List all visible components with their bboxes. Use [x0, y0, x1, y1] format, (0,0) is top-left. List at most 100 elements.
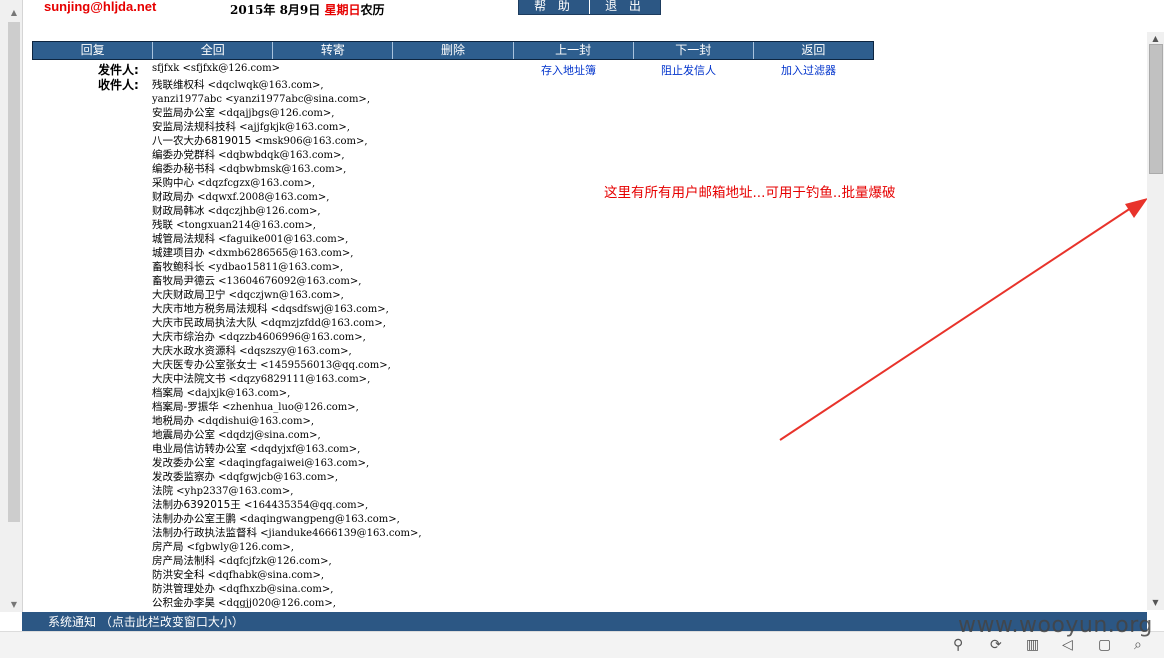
scroll-up-icon[interactable]: ▲: [1147, 34, 1164, 43]
recipient-name: 发改委监察办: [152, 471, 215, 483]
recipient-address: <dqdishui@163.com>,: [194, 416, 315, 427]
recipient-name: 大庆市地方税务局法规科: [152, 303, 268, 315]
recipient-name: 城建项目办: [152, 247, 205, 259]
recipient-name: 房产局: [152, 541, 184, 553]
previous-mail-button[interactable]: 上一封: [514, 42, 634, 59]
watermark: www.wooyun.org: [958, 613, 1153, 638]
scroll-down-icon[interactable]: ▼: [1147, 598, 1164, 607]
refresh-icon[interactable]: ⟳: [990, 637, 1002, 653]
recipient-item: 公积金办李昊 <dqgjj020@126.com>,: [152, 596, 422, 610]
recipient-item: 法制办办公室王鹏 <daqingwangpeng@163.com>,: [152, 512, 422, 526]
recipient-name: 大庆水政水资源科: [152, 345, 236, 357]
recipient-name: 残联维权科: [152, 79, 205, 91]
recipient-name: 大庆市民政局执法大队: [152, 317, 257, 329]
save-address-link[interactable]: 存入地址簿: [541, 62, 596, 78]
recipient-list: 残联维权科 <dqclwqk@163.com>, yanzi1977abc <ya…: [152, 78, 422, 610]
recipient-name: 法制办行政执法监督科: [152, 527, 257, 539]
recipient-name: 公积金办李昊: [152, 597, 215, 609]
trash-icon[interactable]: ▥: [1026, 637, 1039, 653]
recipient-item: 电业局信访转办公室 <dqdyjxf@163.com>,: [152, 442, 422, 456]
scroll-down-icon[interactable]: ▼: [8, 600, 20, 610]
help-button[interactable]: 帮 助: [519, 0, 590, 14]
recipient-item: 大庆财政局卫宁 <dqczjwn@163.com>,: [152, 288, 422, 302]
recipient-address: <dqwxf.2008@163.com>,: [194, 192, 330, 203]
recipient-item: 安监局法规科技科 <ajjfgkjk@163.com>,: [152, 120, 422, 134]
recipient-name: 编委办秘书科: [152, 163, 215, 175]
to-label: 收件人:: [98, 78, 139, 92]
recipient-address: <yhp2337@163.com>,: [173, 486, 294, 497]
block-sender-link[interactable]: 阻止发信人: [661, 62, 716, 78]
next-mail-button[interactable]: 下一封: [634, 42, 754, 59]
recipient-item: 城管局法规科 <faguike001@163.com>,: [152, 232, 422, 246]
recipient-name: 八一农大办6819015: [152, 135, 252, 147]
recipient-item: 采购中心 <dqzfcgzx@163.com>,: [152, 176, 422, 190]
back-button[interactable]: 返回: [754, 42, 873, 59]
recipient-address: <dqgjj020@126.com>,: [215, 598, 336, 609]
recipient-address: <jianduke4666139@163.com>,: [257, 528, 422, 539]
recipient-address: <daqingfagaiwei@163.com>,: [215, 458, 370, 469]
recipient-item: 编委办秘书科 <dqbwbmsk@163.com>,: [152, 162, 422, 176]
recipient-address: <ydbao15811@163.com>,: [204, 262, 344, 273]
weekday: 星期日: [324, 3, 361, 17]
recipient-name: 防洪安全科: [152, 569, 205, 581]
right-scrollbar[interactable]: ▲ ▼: [1147, 32, 1164, 610]
recipient-address: <tongxuan214@163.com>,: [173, 220, 316, 231]
reply-all-button[interactable]: 全回: [153, 42, 274, 59]
recipient-name: 城管局法规科: [152, 233, 215, 245]
recipient-name: 防洪管理处办: [152, 583, 215, 595]
scroll-up-icon[interactable]: ▲: [8, 8, 20, 18]
recipient-item: 残联维权科 <dqclwqk@163.com>,: [152, 78, 422, 92]
recipient-item: yanzi1977abc <yanzi1977abc@sina.com>,: [152, 92, 422, 106]
recipient-item: 大庆市综治办 <dqzzb4606996@163.com>,: [152, 330, 422, 344]
recipient-address: <dqclwqk@163.com>,: [204, 80, 324, 91]
search-icon[interactable]: ⌕: [1134, 637, 1142, 653]
recipient-address: <dxmb6286565@163.com>,: [204, 248, 354, 259]
recipient-name: 编委办党群科: [152, 149, 215, 161]
delete-button[interactable]: 删除: [393, 42, 514, 59]
recipient-item: 防洪管理处办 <dqfhxzb@sina.com>,: [152, 582, 422, 596]
recipient-item: 地税局办 <dqdishui@163.com>,: [152, 414, 422, 428]
recipient-address: <dqfhxzb@sina.com>,: [215, 584, 334, 595]
forward-button[interactable]: 转寄: [273, 42, 394, 59]
recipient-item: 档案局-罗振华 <zhenhua_luo@126.com>,: [152, 400, 422, 414]
scrollbar-thumb[interactable]: [1149, 44, 1163, 174]
recipient-address: <dqszszy@163.com>,: [236, 346, 352, 357]
recipient-item: 大庆水政水资源科 <dqszszy@163.com>,: [152, 344, 422, 358]
recipient-address: <msk906@163.com>,: [251, 136, 368, 147]
logout-button[interactable]: 退 出: [590, 0, 660, 14]
recipient-item: 畜牧局尹德云 <13604676092@163.com>,: [152, 274, 422, 288]
recipient-name: 法制办办公室王鹏: [152, 513, 236, 525]
recipient-item: 大庆市地方税务局法规科 <dqsdfswj@163.com>,: [152, 302, 422, 316]
recipient-address: <fgbwly@126.com>,: [183, 542, 294, 553]
recipient-name: 大庆财政局卫宁: [152, 289, 226, 301]
window-icon[interactable]: ▢: [1098, 637, 1111, 653]
recipient-name: 财政局办: [152, 191, 194, 203]
recipient-address: <dqczjhb@126.com>,: [204, 206, 321, 217]
recipient-item: 安监局办公室 <dqajjbgs@126.com>,: [152, 106, 422, 120]
recipient-name: 大庆市综治办: [152, 331, 215, 343]
recipient-address: <dajxjk@163.com>,: [183, 388, 291, 399]
pin-icon[interactable]: ⚲: [953, 637, 963, 653]
recipient-name: 档案局: [152, 387, 184, 399]
recipient-address: <dqdzj@sina.com>,: [215, 430, 321, 441]
recipient-item: 档案局 <dajxjk@163.com>,: [152, 386, 422, 400]
recipient-item: 财政局韩冰 <dqczjhb@126.com>,: [152, 204, 422, 218]
recipient-item: 财政局办 <dqwxf.2008@163.com>,: [152, 190, 422, 204]
from-value: sfjfxk <sfjfxk@126.com>: [152, 63, 280, 74]
recipient-address: <164435354@qq.com>,: [240, 500, 369, 511]
recipient-item: 大庆市民政局执法大队 <dqmzjzfdd@163.com>,: [152, 316, 422, 330]
volume-icon[interactable]: ◁: [1062, 637, 1073, 653]
add-filter-link[interactable]: 加入过滤器: [781, 62, 836, 78]
recipient-item: 防洪安全科 <dqfhabk@sina.com>,: [152, 568, 422, 582]
recipient-name: 档案局-罗振华: [152, 401, 219, 413]
recipient-address: <dqfgwjcb@163.com>,: [215, 472, 339, 483]
recipient-item: 发改委办公室 <daqingfagaiwei@163.com>,: [152, 456, 422, 470]
recipient-address: <daqingwangpeng@163.com>,: [236, 514, 400, 525]
recipient-item: 发改委监察办 <dqfgwjcb@163.com>,: [152, 470, 422, 484]
reply-button[interactable]: 回复: [33, 42, 154, 59]
recipient-address: <dqdyjxf@163.com>,: [246, 444, 361, 455]
left-scrollbar[interactable]: [8, 22, 20, 522]
recipient-name: 法院: [152, 485, 173, 497]
recipient-name: 畜牧鲍科长: [152, 261, 205, 273]
recipient-name: 财政局韩冰: [152, 205, 205, 217]
